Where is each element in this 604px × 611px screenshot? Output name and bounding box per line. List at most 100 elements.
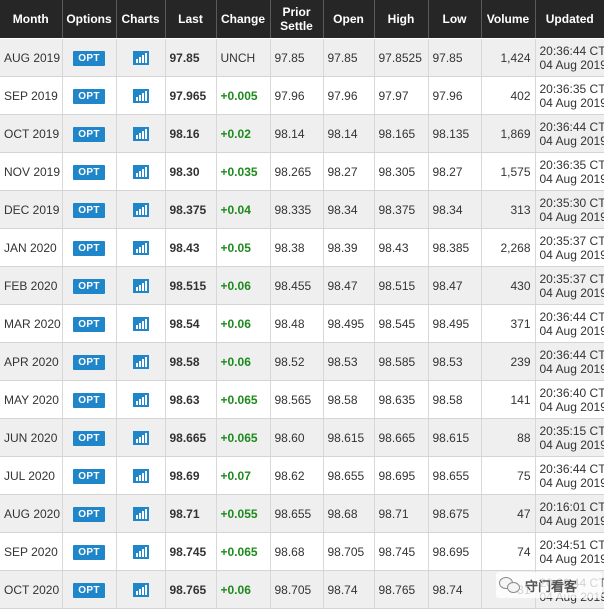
open-cell: 98.615 [323,418,375,457]
opt-button[interactable]: OPT [73,50,105,66]
month-cell: OCT 2019 [0,114,63,153]
opt-button[interactable]: OPT [73,240,105,256]
opt-button[interactable]: OPT [73,164,105,180]
open-cell: 98.27 [323,152,375,191]
charts-cell [116,76,166,115]
bar-chart-icon[interactable] [132,392,149,407]
header-volume[interactable]: Volume [481,0,536,39]
prior-settle-cell: 98.335 [270,190,324,229]
updated-time: 20:36:35 CT [539,81,604,96]
charts-cell [116,456,166,495]
header-last[interactable]: Last [165,0,217,39]
change-cell: +0.05 [216,228,271,267]
bar-chart-icon[interactable] [132,468,149,483]
bar-chart-icon[interactable] [132,354,149,369]
bar-chart-icon[interactable] [132,202,149,217]
volume-cell: 141 [481,380,536,419]
volume-cell: 75 [481,456,536,495]
high-cell: 98.375 [374,190,429,229]
header-prior-settle[interactable]: Prior Settle [270,0,324,39]
bar-chart-icon[interactable] [132,278,149,293]
last-cell: 98.63 [165,380,217,419]
volume-cell: 430 [481,266,536,305]
volume-cell: 371 [481,304,536,343]
opt-button[interactable]: OPT [73,392,105,408]
change-cell: +0.06 [216,266,271,305]
charts-cell [116,418,166,457]
opt-button[interactable]: OPT [73,544,105,560]
options-cell: OPT [62,494,117,533]
month-cell: SEP 2020 [0,532,63,571]
month-cell: JUL 2020 [0,456,63,495]
updated-cell: 20:36:44 CT04 Aug 2019 [535,38,604,77]
bar-chart-icon[interactable] [132,544,149,559]
opt-button[interactable]: OPT [73,506,105,522]
bar-chart-icon[interactable] [132,430,149,445]
volume-cell: 313 [481,190,536,229]
options-cell: OPT [62,380,117,419]
prior-settle-cell: 98.62 [270,456,324,495]
updated-time: 20:35:37 CT [539,271,604,286]
bar-chart-icon[interactable] [132,316,149,331]
last-cell: 97.965 [165,76,217,115]
updated-time: 20:36:44 CT [539,309,604,324]
opt-button[interactable]: OPT [73,582,105,598]
bar-chart-icon[interactable] [132,126,149,141]
updated-time: 20:36:40 CT [539,385,604,400]
header-low[interactable]: Low [428,0,482,39]
open-cell: 98.655 [323,456,375,495]
volume-cell: 1,575 [481,152,536,191]
high-cell: 98.305 [374,152,429,191]
opt-button[interactable]: OPT [73,126,105,142]
month-cell: JUN 2020 [0,418,63,457]
updated-date: 04 Aug 2019 [539,209,604,224]
updated-date: 04 Aug 2019 [539,399,604,414]
change-cell: +0.06 [216,342,271,381]
updated-date: 04 Aug 2019 [539,551,604,566]
header-prior-settle-line: Prior [282,5,311,19]
bar-chart-icon[interactable] [132,240,149,255]
updated-cell: 20:36:44 CT04 Aug 2019 [535,456,604,495]
prior-settle-cell: 98.14 [270,114,324,153]
header-month[interactable]: Month [0,0,63,39]
open-cell: 97.96 [323,76,375,115]
bar-chart-icon[interactable] [132,164,149,179]
options-cell: OPT [62,456,117,495]
bar-chart-icon[interactable] [132,88,149,103]
header-high[interactable]: High [374,0,429,39]
updated-cell: 20:36:40 CT 04 Aug 2019 [535,380,604,419]
opt-button[interactable]: OPT [73,354,105,370]
opt-button[interactable]: OPT [73,278,105,294]
updated-date: 04 Aug 2019 [539,513,604,528]
month-cell: NOV 2019 [0,152,63,191]
opt-button[interactable]: OPT [73,88,105,104]
open-cell: 98.39 [323,228,375,267]
opt-button[interactable]: OPT [73,202,105,218]
volume-cell: 88 [481,418,536,457]
high-cell: 97.97 [374,76,429,115]
header-updated[interactable]: Updated [535,0,604,39]
opt-button[interactable]: OPT [73,468,105,484]
header-open[interactable]: Open [323,0,375,39]
low-cell: 97.96 [428,76,482,115]
open-cell: 98.14 [323,114,375,153]
bar-chart-icon[interactable] [132,50,149,65]
low-cell: 98.53 [428,342,482,381]
table-row: FEB 2020 OPT 98.515 +0.06 98.455 98.47 98.515 9… [0,266,604,305]
month-cell: AUG 2020 [0,494,63,533]
open-cell: 98.34 [323,190,375,229]
updated-cell: 20:35:15 CT 04 Aug 2019 [535,418,604,457]
prior-settle-cell: 98.38 [270,228,324,267]
bar-chart-icon[interactable] [132,582,149,597]
volume-cell: 239 [481,342,536,381]
bar-chart-icon[interactable] [132,506,149,521]
table-row: OCT 2019 OPT 98.16 +0.02 98.14 98.14 98.165 98.… [0,114,604,153]
table-row: NOV 2019 OPT 98.30 +0.035 98.265 98.27 98.305 9… [0,152,604,191]
month-cell: JAN 2020 [0,228,63,267]
opt-button[interactable]: OPT [73,316,105,332]
updated-time: 20:36:35 CT [539,157,604,172]
header-change[interactable]: Change [216,0,271,39]
opt-button[interactable]: OPT [73,430,105,446]
last-cell: 98.43 [165,228,217,267]
month-cell: SEP 2019 [0,76,63,115]
